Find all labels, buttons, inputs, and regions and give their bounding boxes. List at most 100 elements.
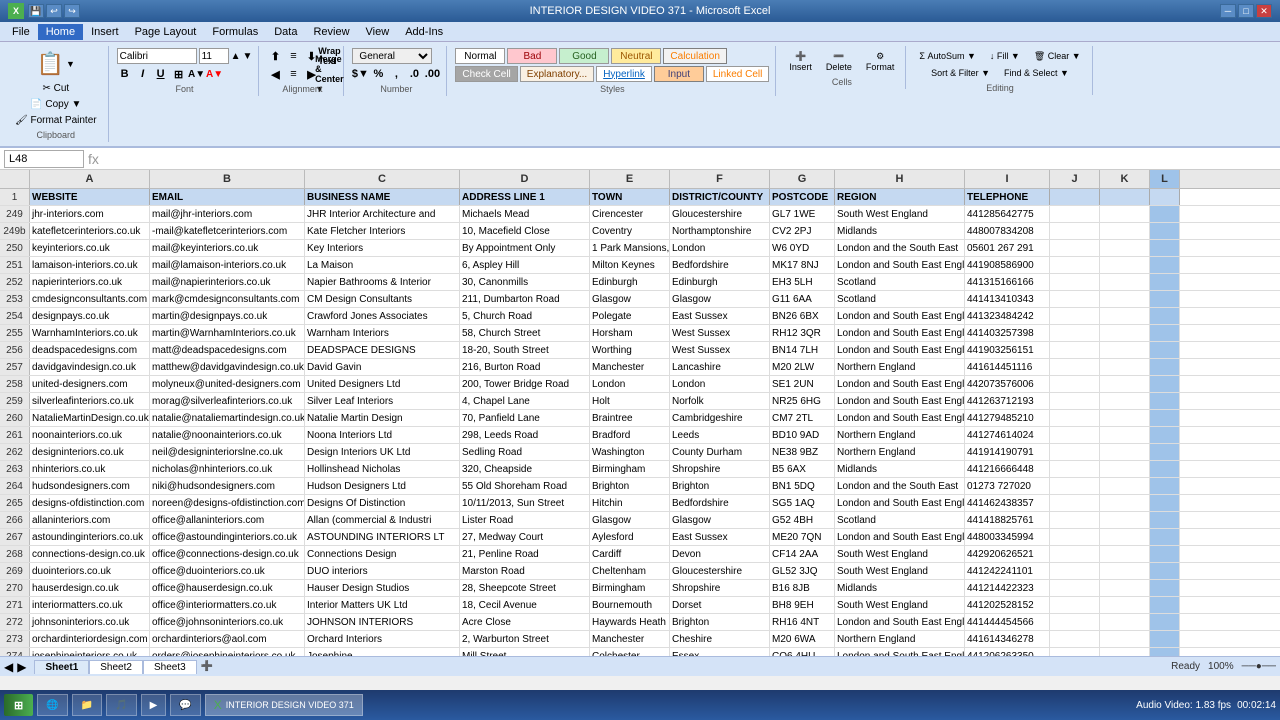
cell-H-249b[interactable]: Midlands xyxy=(835,223,965,239)
cell-I-260[interactable]: 441279485210 xyxy=(965,410,1050,426)
cell-G-260[interactable]: CM7 2TL xyxy=(770,410,835,426)
cell-B-265[interactable]: noreen@designs-ofdistinction.com xyxy=(150,495,305,511)
cell-G-263[interactable]: B5 6AX xyxy=(770,461,835,477)
cell-G-250[interactable]: W6 0YD xyxy=(770,240,835,256)
cell-H-270[interactable]: Midlands xyxy=(835,580,965,596)
cell-E-272[interactable]: Haywards Heath xyxy=(590,614,670,630)
cell-A-259[interactable]: silverleafinteriors.co.uk xyxy=(30,393,150,409)
table-row[interactable]: 1WEBSITEEMAILBUSINESS NAMEADDRESS LINE 1… xyxy=(0,189,1280,206)
cell-E-270[interactable]: Birmingham xyxy=(590,580,670,596)
cell-I-258[interactable]: 442073576006 xyxy=(965,376,1050,392)
cell-C-267[interactable]: ASTOUNDING INTERIORS LT xyxy=(305,529,460,545)
cell-D-257[interactable]: 216, Burton Road xyxy=(460,359,590,375)
name-box[interactable]: L48 xyxy=(4,150,84,168)
cell-L-273[interactable] xyxy=(1150,631,1180,647)
cell-H-256[interactable]: London and South East England xyxy=(835,342,965,358)
taskbar-media[interactable]: 🎵 xyxy=(106,694,136,716)
cell-B-249[interactable]: mail@jhr-interiors.com xyxy=(150,206,305,222)
table-row[interactable]: 269duointeriors.co.ukoffice@duointeriors… xyxy=(0,563,1280,580)
cell-J-269[interactable] xyxy=(1050,563,1100,579)
maximize-button[interactable]: □ xyxy=(1238,4,1254,18)
cell-B-272[interactable]: office@johnsoninteriors.co.uk xyxy=(150,614,305,630)
cell-K-264[interactable] xyxy=(1100,478,1150,494)
cell-L-266[interactable] xyxy=(1150,512,1180,528)
cell-E-256[interactable]: Worthing xyxy=(590,342,670,358)
cell-I-273[interactable]: 441614346278 xyxy=(965,631,1050,647)
cell-F-261[interactable]: Leeds xyxy=(670,427,770,443)
cell-E-259[interactable]: Holt xyxy=(590,393,670,409)
cell-F-265[interactable]: Bedfordshire xyxy=(670,495,770,511)
cell-H-253[interactable]: Scotland xyxy=(835,291,965,307)
menu-view[interactable]: View xyxy=(358,24,398,40)
cell-E-267[interactable]: Aylesford xyxy=(590,529,670,545)
cell-G-270[interactable]: B16 8JB xyxy=(770,580,835,596)
cell-K-257[interactable] xyxy=(1100,359,1150,375)
cell-J-257[interactable] xyxy=(1050,359,1100,375)
cell-A-249b[interactable]: katefletcerinteriors.co.uk xyxy=(30,223,150,239)
font-size-input[interactable] xyxy=(199,48,229,64)
cell-J-258[interactable] xyxy=(1050,376,1100,392)
cell-C-274[interactable]: Josephine xyxy=(305,648,460,656)
cell-G-265[interactable]: SG5 1AQ xyxy=(770,495,835,511)
cell-K-269[interactable] xyxy=(1100,563,1150,579)
cell-K-252[interactable] xyxy=(1100,274,1150,290)
cell-H-273[interactable]: Northern England xyxy=(835,631,965,647)
cell-C-257[interactable]: David Gavin xyxy=(305,359,460,375)
cell-I-263[interactable]: 441216666448 xyxy=(965,461,1050,477)
cell-A-263[interactable]: nhinteriors.co.uk xyxy=(30,461,150,477)
table-row[interactable]: 258united-designers.commolyneux@united-d… xyxy=(0,376,1280,393)
cell-E-257[interactable]: Manchester xyxy=(590,359,670,375)
cell-B-267[interactable]: office@astoundinginteriors.co.uk xyxy=(150,529,305,545)
cell-F-260[interactable]: Cambridgeshire xyxy=(670,410,770,426)
cell-A-257[interactable]: davidgavindesign.co.uk xyxy=(30,359,150,375)
cell-F-267[interactable]: East Sussex xyxy=(670,529,770,545)
menu-page-layout[interactable]: Page Layout xyxy=(127,24,205,40)
col-header-D[interactable]: D xyxy=(460,170,590,188)
cell-H-269[interactable]: South West England xyxy=(835,563,965,579)
cell-F-259[interactable]: Norfolk xyxy=(670,393,770,409)
cell-D-269[interactable]: Marston Road xyxy=(460,563,590,579)
style-hyperlink[interactable]: Hyperlink xyxy=(596,66,652,82)
cell-A-274[interactable]: josephineinteriors.co.uk xyxy=(30,648,150,656)
style-input[interactable]: Input xyxy=(654,66,704,82)
cell-G-253[interactable]: G11 6AA xyxy=(770,291,835,307)
cell-K-263[interactable] xyxy=(1100,461,1150,477)
sheet-tab-2[interactable]: Sheet2 xyxy=(89,660,143,674)
cell-F-266[interactable]: Glasgow xyxy=(670,512,770,528)
cell-L-258[interactable] xyxy=(1150,376,1180,392)
align-top-button[interactable]: ⬆ xyxy=(267,48,283,64)
cell-G-258[interactable]: SE1 2UN xyxy=(770,376,835,392)
cell-F-255[interactable]: West Sussex xyxy=(670,325,770,341)
cell-D-271[interactable]: 18, Cecil Avenue xyxy=(460,597,590,613)
table-row[interactable]: 264hudsondesigners.comniki@hudsondesigne… xyxy=(0,478,1280,495)
cell-E-274[interactable]: Colchester xyxy=(590,648,670,656)
cell-H-266[interactable]: Scotland xyxy=(835,512,965,528)
cell-A-264[interactable]: hudsondesigners.com xyxy=(30,478,150,494)
cell-K-251[interactable] xyxy=(1100,257,1150,273)
cell-G-267[interactable]: ME20 7QN xyxy=(770,529,835,545)
cell-A-271[interactable]: interiormatters.co.uk xyxy=(30,597,150,613)
table-row[interactable]: 255WarnhamInteriors.co.ukmartin@WarnhamI… xyxy=(0,325,1280,342)
cell-E-254[interactable]: Polegate xyxy=(590,308,670,324)
table-row[interactable]: 249bkatefletcerinteriors.co.uk-mail@kate… xyxy=(0,223,1280,240)
table-row[interactable]: 274josephineinteriors.co.ukorders@joseph… xyxy=(0,648,1280,656)
cell-E-255[interactable]: Horsham xyxy=(590,325,670,341)
sort-filter-button[interactable]: Sort & Filter ▼ xyxy=(926,65,995,81)
cell-L-268[interactable] xyxy=(1150,546,1180,562)
cell-F-1[interactable]: DISTRICT/COUNTY xyxy=(670,189,770,205)
cell-L-263[interactable] xyxy=(1150,461,1180,477)
cell-B-274[interactable]: orders@josephineinteriors.co.uk xyxy=(150,648,305,656)
style-explanatory[interactable]: Explanatory... xyxy=(520,66,594,82)
cell-I-254[interactable]: 441323484242 xyxy=(965,308,1050,324)
fill-color-button[interactable]: A▼ xyxy=(189,66,205,82)
table-row[interactable]: 268connections-design.co.ukoffice@connec… xyxy=(0,546,1280,563)
close-button[interactable]: ✕ xyxy=(1256,4,1272,18)
cell-I-265[interactable]: 441462438357 xyxy=(965,495,1050,511)
cut-button[interactable]: ✂ Cut xyxy=(37,81,74,96)
cell-G-268[interactable]: CF14 2AA xyxy=(770,546,835,562)
cell-E-249[interactable]: Cirencester xyxy=(590,206,670,222)
cell-H-272[interactable]: London and South East England xyxy=(835,614,965,630)
cell-J-266[interactable] xyxy=(1050,512,1100,528)
cell-G-259[interactable]: NR25 6HG xyxy=(770,393,835,409)
cell-J-271[interactable] xyxy=(1050,597,1100,613)
